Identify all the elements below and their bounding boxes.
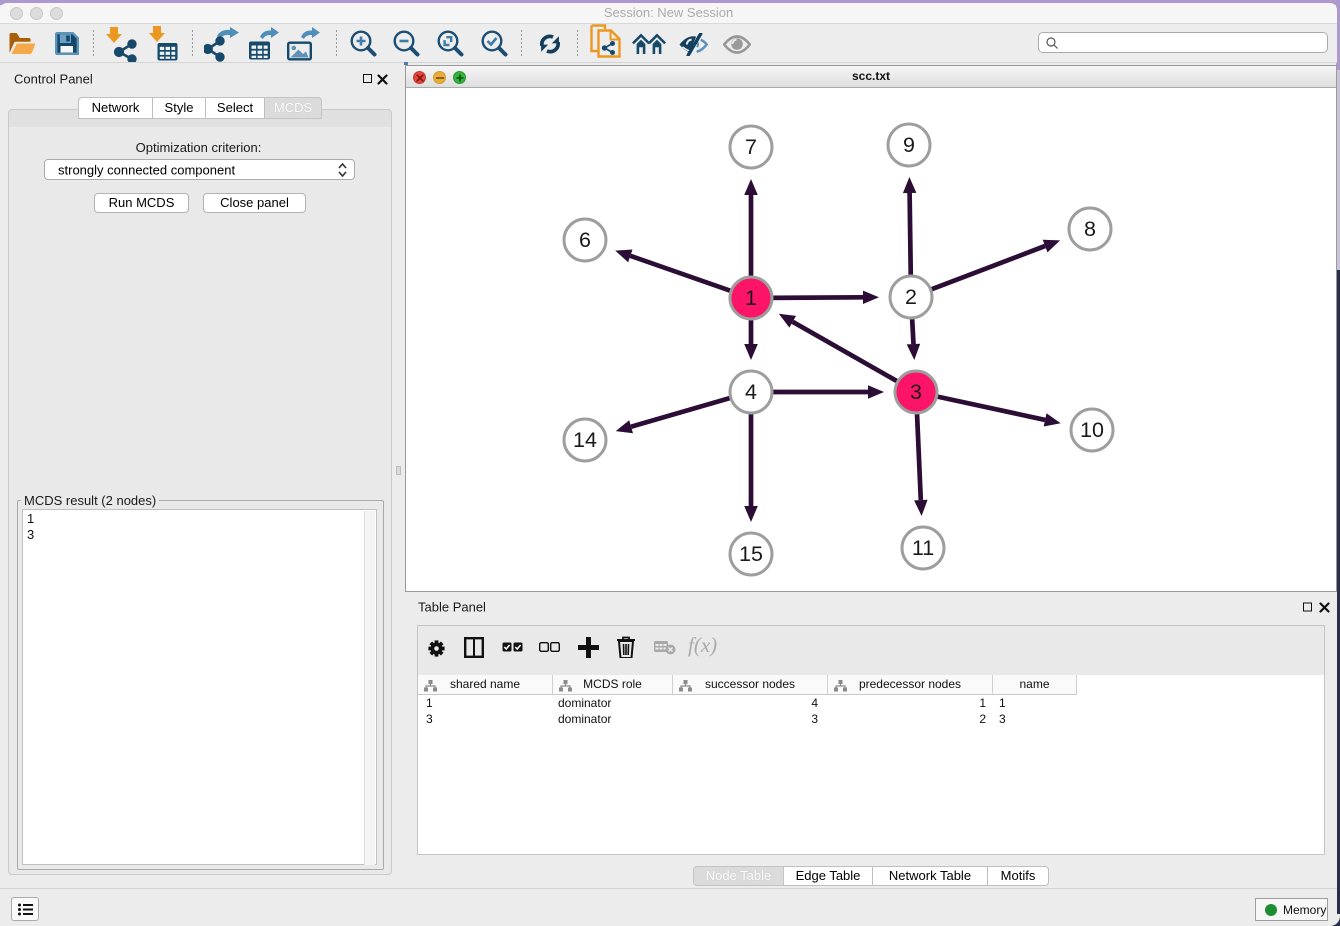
svg-text:3: 3 — [910, 380, 922, 404]
svg-text:8: 8 — [1084, 217, 1096, 241]
svg-text:9: 9 — [903, 133, 915, 157]
svg-text:2: 2 — [905, 285, 917, 309]
svg-text:4: 4 — [745, 380, 757, 404]
svg-text:6: 6 — [579, 228, 591, 252]
svg-text:10: 10 — [1080, 418, 1104, 442]
svg-text:11: 11 — [912, 536, 934, 560]
svg-text:7: 7 — [745, 135, 757, 159]
svg-text:15: 15 — [739, 542, 763, 566]
svg-text:14: 14 — [573, 428, 597, 452]
svg-text:1: 1 — [745, 286, 757, 310]
